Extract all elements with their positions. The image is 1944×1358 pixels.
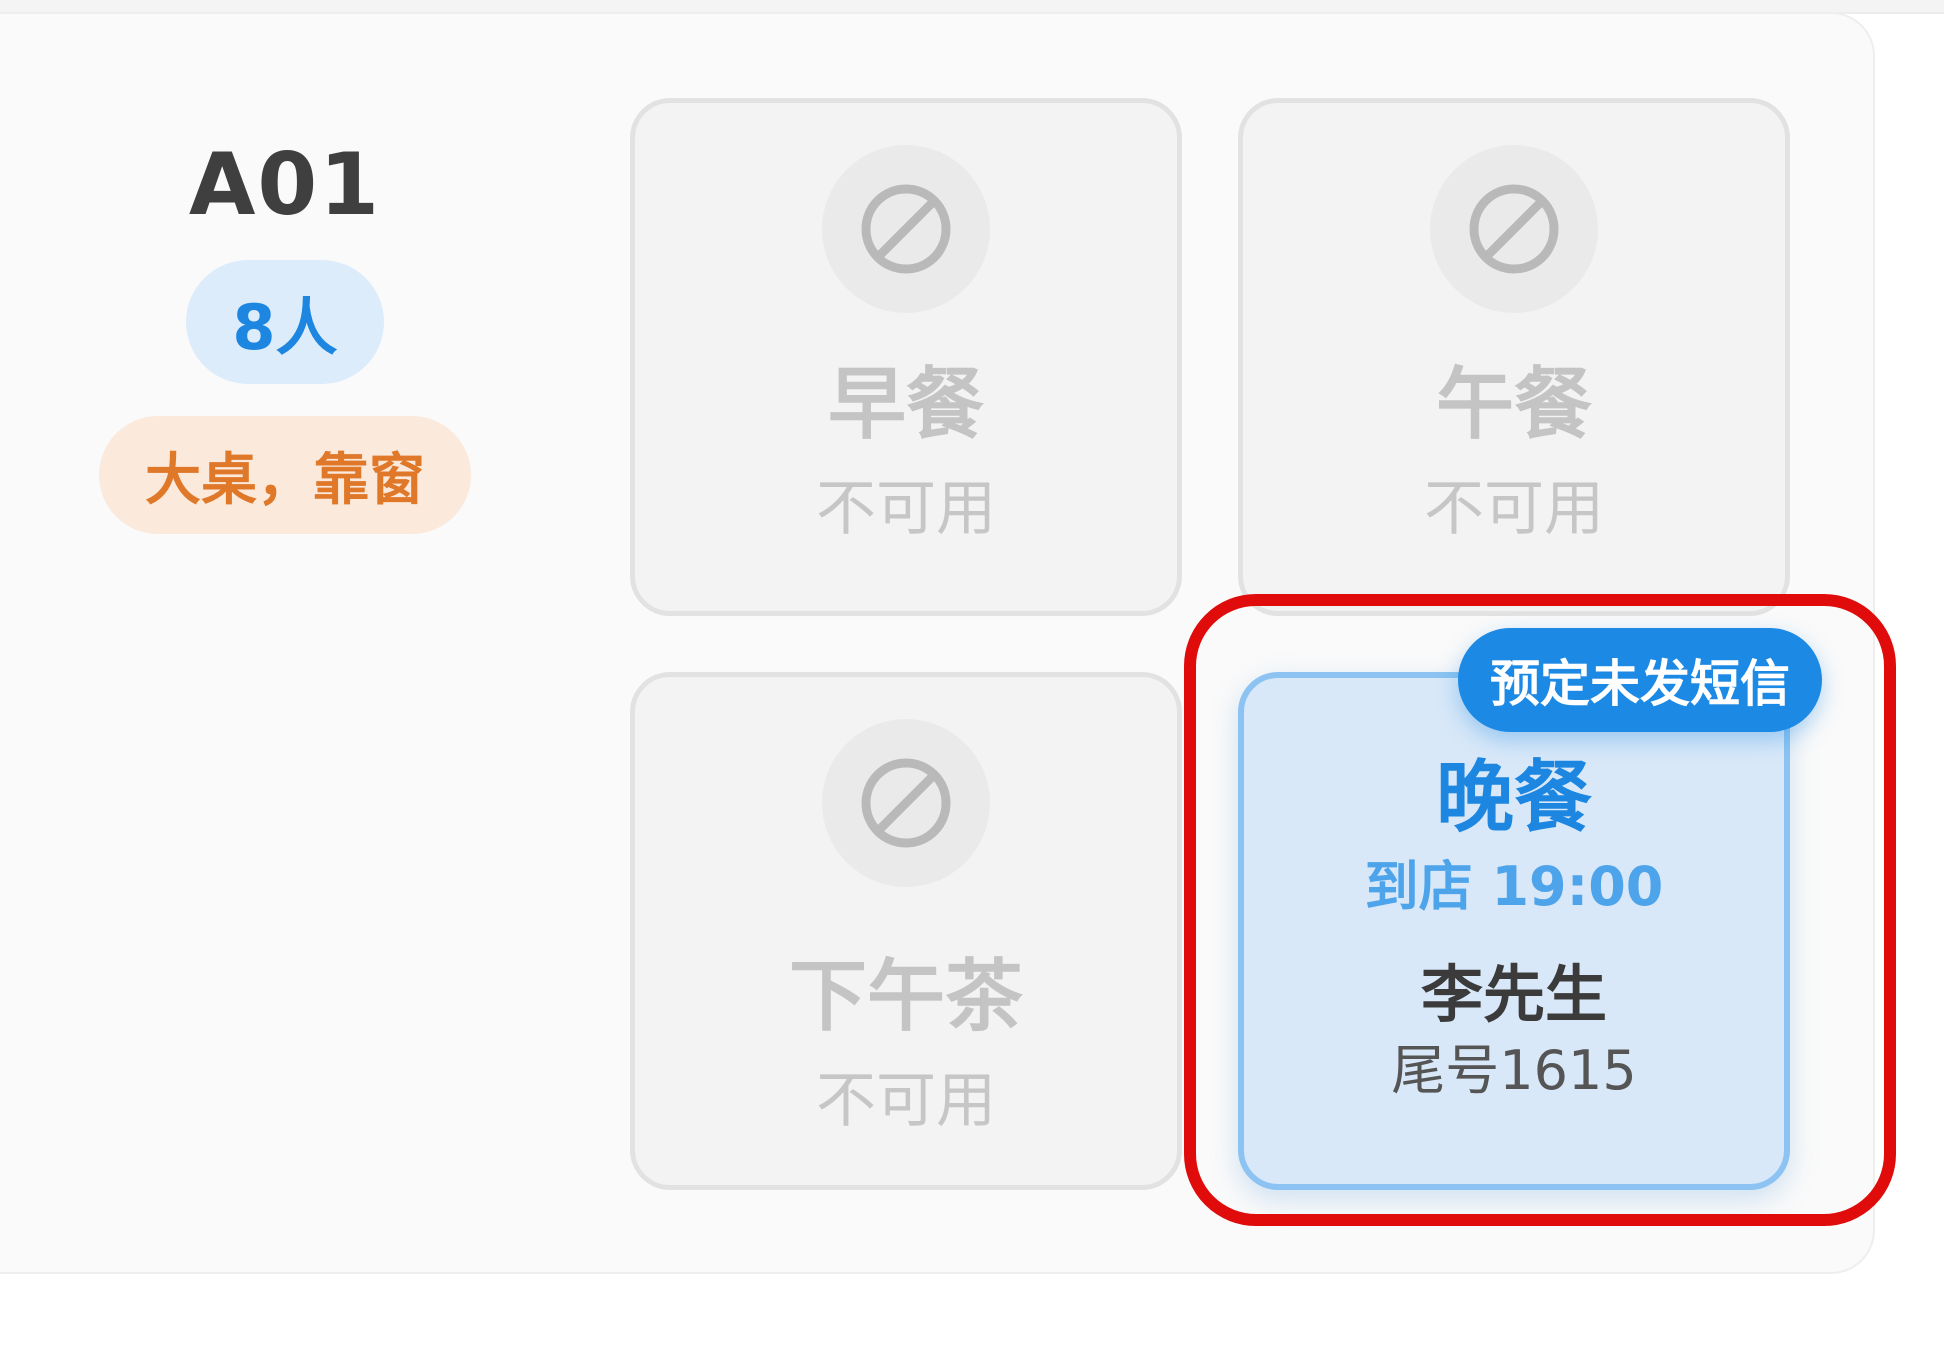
slot-name: 下午茶 bbox=[788, 952, 1023, 1042]
ban-icon bbox=[822, 719, 990, 887]
slot-name: 早餐 bbox=[827, 360, 984, 450]
slot-breakfast[interactable]: 早餐 不可用 bbox=[630, 98, 1182, 616]
capacity-badge: 8人 bbox=[186, 260, 384, 384]
table-info: A01 8人 大桌，靠窗 bbox=[60, 130, 510, 534]
table-id: A01 bbox=[188, 135, 382, 235]
slot-afternoon-tea[interactable]: 下午茶 不可用 bbox=[630, 672, 1182, 1190]
slot-status: 不可用 bbox=[1424, 474, 1604, 544]
slot-status: 不可用 bbox=[816, 474, 996, 544]
slot-lunch[interactable]: 午餐 不可用 bbox=[1238, 98, 1790, 616]
slot-name: 午餐 bbox=[1435, 360, 1592, 450]
ban-icon bbox=[1430, 145, 1598, 313]
ban-icon bbox=[822, 145, 990, 313]
highlight-frame bbox=[1184, 594, 1896, 1226]
slot-status: 不可用 bbox=[816, 1066, 996, 1136]
feature-badge: 大桌，靠窗 bbox=[99, 416, 471, 534]
